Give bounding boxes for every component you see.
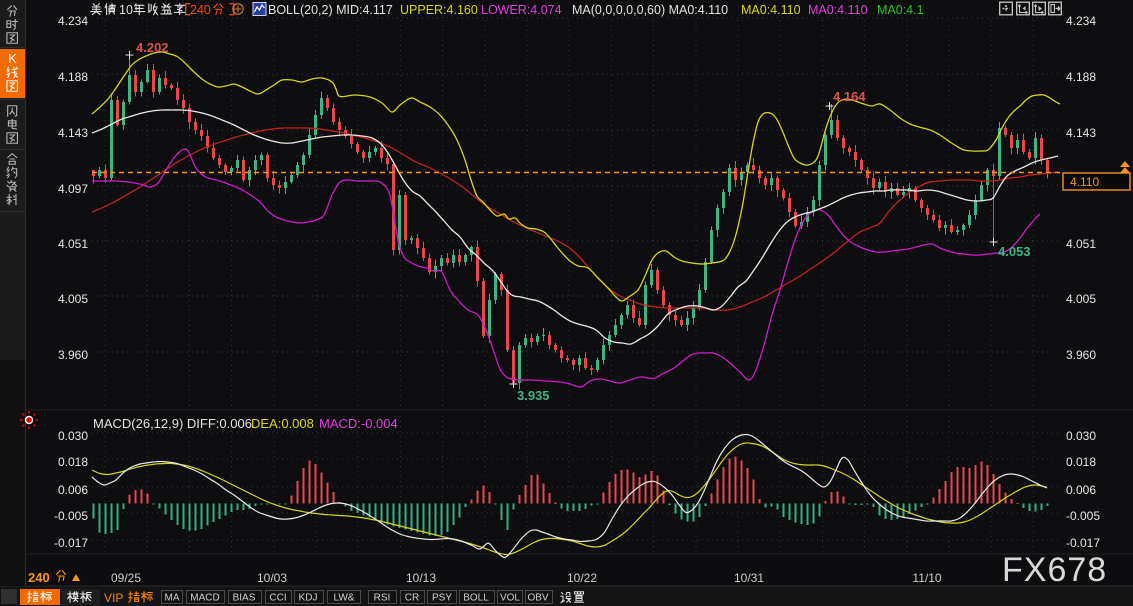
svg-text:10/31: 10/31 (734, 571, 764, 585)
svg-text:4.202: 4.202 (136, 40, 169, 55)
svg-text:-0.005: -0.005 (54, 509, 88, 523)
svg-text:10/22: 10/22 (567, 571, 597, 585)
svg-text:240: 240 (28, 570, 50, 585)
svg-text:10/03: 10/03 (257, 571, 287, 585)
svg-text:4.005: 4.005 (58, 292, 88, 306)
svg-text:11/10: 11/10 (912, 571, 941, 585)
svg-text:VIP: VIP (104, 591, 123, 605)
svg-text:4.051: 4.051 (58, 237, 88, 251)
svg-text:K: K (8, 51, 17, 66)
svg-text:-0.005: -0.005 (1066, 509, 1100, 523)
svg-text:4.143: 4.143 (58, 126, 88, 140)
svg-text:MACD: MACD (190, 593, 219, 604)
svg-text:MA0:4.110: MA0:4.110 (741, 3, 801, 17)
svg-text:4.234: 4.234 (1066, 14, 1096, 28)
svg-text:3.960: 3.960 (58, 348, 88, 362)
svg-text:OBV: OBV (527, 593, 548, 604)
svg-text:PSY: PSY (432, 593, 452, 604)
svg-text:3.935: 3.935 (517, 388, 550, 403)
svg-text:LW&: LW& (334, 593, 355, 604)
svg-text:4.005: 4.005 (1066, 292, 1096, 306)
svg-text:4.188: 4.188 (58, 70, 88, 84)
svg-text:BOLL(20,2) MID:4.117: BOLL(20,2) MID:4.117 (268, 3, 393, 17)
svg-text:MACD(26,12,9) DIFF:0.006: MACD(26,12,9) DIFF:0.006 (93, 416, 252, 431)
svg-text:240: 240 (190, 3, 211, 17)
svg-text:0.006: 0.006 (58, 483, 88, 497)
svg-text:10: 10 (119, 3, 133, 17)
svg-text:4.143: 4.143 (1066, 126, 1096, 140)
svg-text:BIAS: BIAS (233, 593, 256, 604)
svg-text:MA0:4.1: MA0:4.1 (877, 3, 924, 17)
svg-text:4.051: 4.051 (1066, 237, 1096, 251)
svg-text:0.018: 0.018 (58, 455, 88, 469)
svg-text:-0.017: -0.017 (54, 536, 88, 550)
svg-text:09/25: 09/25 (111, 571, 141, 585)
svg-text:FX678: FX678 (1002, 551, 1107, 589)
svg-text:4.234: 4.234 (58, 14, 88, 28)
svg-text:MACD:-0.004: MACD:-0.004 (319, 416, 398, 431)
svg-text:0.006: 0.006 (1066, 483, 1096, 497)
svg-text:0.030: 0.030 (58, 429, 88, 443)
svg-text:DEA:0.008: DEA:0.008 (251, 416, 314, 431)
svg-text:UPPER:4.160: UPPER:4.160 (400, 3, 478, 17)
svg-text:CR: CR (405, 593, 419, 604)
svg-text:KDJ: KDJ (299, 593, 318, 604)
svg-text:4.097: 4.097 (58, 182, 88, 196)
svg-text:RSI: RSI (374, 593, 391, 604)
svg-text:3.960: 3.960 (1066, 348, 1096, 362)
svg-text:4.188: 4.188 (1066, 70, 1096, 84)
svg-text:0.030: 0.030 (1066, 429, 1096, 443)
svg-text:MA: MA (165, 593, 180, 604)
svg-text:MA(0,0,0,0,0,60) MA0:4.110: MA(0,0,0,0,0,60) MA0:4.110 (572, 3, 728, 17)
svg-text:10/13: 10/13 (406, 571, 436, 585)
svg-text:VOL: VOL (500, 593, 520, 604)
svg-text:4.164: 4.164 (833, 89, 866, 104)
svg-text:4.110: 4.110 (1070, 175, 1099, 189)
svg-text:-0.017: -0.017 (1066, 536, 1100, 550)
svg-text:0.018: 0.018 (1066, 455, 1096, 469)
svg-text:4.053: 4.053 (998, 244, 1031, 259)
svg-text:LOWER:4.074: LOWER:4.074 (481, 3, 562, 17)
svg-text:CCI: CCI (269, 593, 286, 604)
svg-text:BOLL: BOLL (463, 593, 489, 604)
svg-text:MA0:4.110: MA0:4.110 (808, 3, 868, 17)
